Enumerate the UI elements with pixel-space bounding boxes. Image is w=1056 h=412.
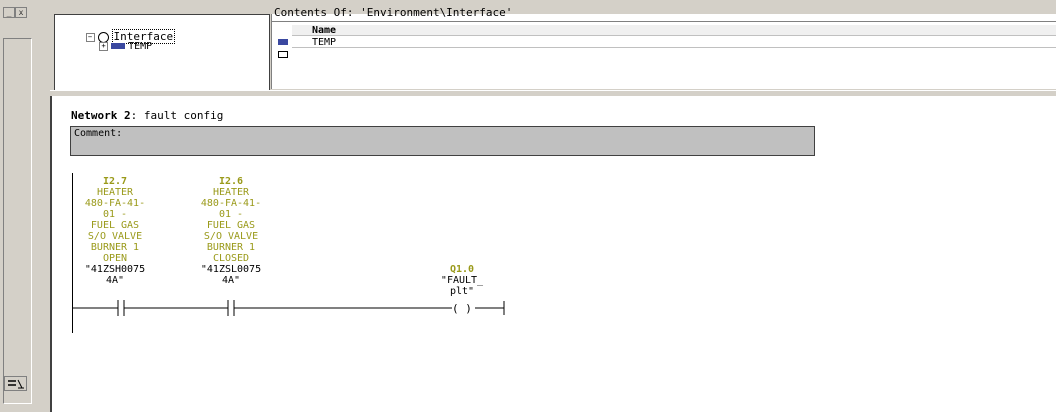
contents-title: Contents Of: 'Environment\Interface' — [274, 6, 513, 19]
network-title[interactable]: Network 2: fault config — [71, 109, 223, 122]
divider — [272, 21, 1056, 22]
contact-desc-line: OPEN — [102, 253, 128, 264]
contact-desc-line: 01 - — [218, 209, 244, 220]
contact-symbol: 4A" — [105, 275, 125, 286]
coil-symbol: "FAULT_ — [440, 275, 484, 286]
contact-i2-7-labels[interactable]: I2.7 HEATER 480-FA-41- 01 - FUEL GAS S/O… — [70, 176, 160, 286]
contact-desc-line: 480-FA-41- — [200, 198, 262, 209]
panel-splitter[interactable] — [36, 6, 51, 412]
coil-symbol: plt" — [449, 286, 475, 297]
left-panel-body — [3, 38, 32, 404]
tree-item-label: TEMP — [128, 41, 153, 52]
expand-icon[interactable]: + — [99, 41, 109, 51]
contact-desc-line: FUEL GAS — [90, 220, 140, 231]
contact-symbol: "41ZSH0075 — [84, 264, 146, 275]
table-row[interactable]: TEMP — [292, 37, 1056, 48]
row-name: TEMP — [312, 37, 337, 48]
contact-desc-line: HEATER — [212, 187, 250, 198]
contact-desc-line: 01 - — [102, 209, 128, 220]
network-title-sep: : — [130, 109, 138, 122]
contact-symbol: 4A" — [221, 275, 241, 286]
coil-address: Q1.0 — [449, 264, 475, 275]
comment-label: Comment: — [74, 128, 123, 139]
contact-desc-line: S/O VALVE — [87, 231, 143, 242]
contact-desc-line: BURNER 1 — [206, 242, 256, 253]
block-icon — [278, 38, 288, 46]
minimize-button[interactable]: _ — [3, 7, 15, 18]
network-title-text: fault config — [143, 109, 224, 122]
contact-desc-line: S/O VALVE — [203, 231, 259, 242]
tree-item-temp[interactable]: + TEMP — [75, 30, 152, 63]
contact-address: I2.6 — [218, 176, 244, 187]
new-row-icon[interactable] — [278, 51, 288, 59]
contact-desc-line: 480-FA-41- — [84, 198, 146, 209]
block-icon — [111, 43, 126, 49]
interface-tree: − Interface + TEMP — [54, 14, 270, 91]
contact-address: I2.7 — [102, 176, 128, 187]
left-panel: _ x — [0, 6, 37, 412]
network-comment-box[interactable]: Comment: — [70, 126, 815, 156]
overview-icon[interactable] — [4, 376, 28, 392]
contact-desc-line: FUEL GAS — [206, 220, 256, 231]
close-button[interactable]: x — [15, 7, 27, 18]
contents-pane: Contents Of: 'Environment\Interface' Nam… — [271, 6, 1056, 89]
contact-symbol: "41ZSL0075 — [200, 264, 262, 275]
contact-i2-6-labels[interactable]: I2.6 HEATER 480-FA-41- 01 - FUEL GAS S/O… — [186, 176, 276, 286]
contact-desc-line: HEATER — [96, 187, 134, 198]
coil-q1-0-labels[interactable]: Q1.0 "FAULT_ plt" — [417, 264, 507, 297]
name-column-header[interactable]: Name — [292, 25, 1056, 36]
contact-desc-line: BURNER 1 — [90, 242, 140, 253]
contact-desc-line: CLOSED — [212, 253, 250, 264]
network-number: Network 2 — [71, 109, 131, 122]
